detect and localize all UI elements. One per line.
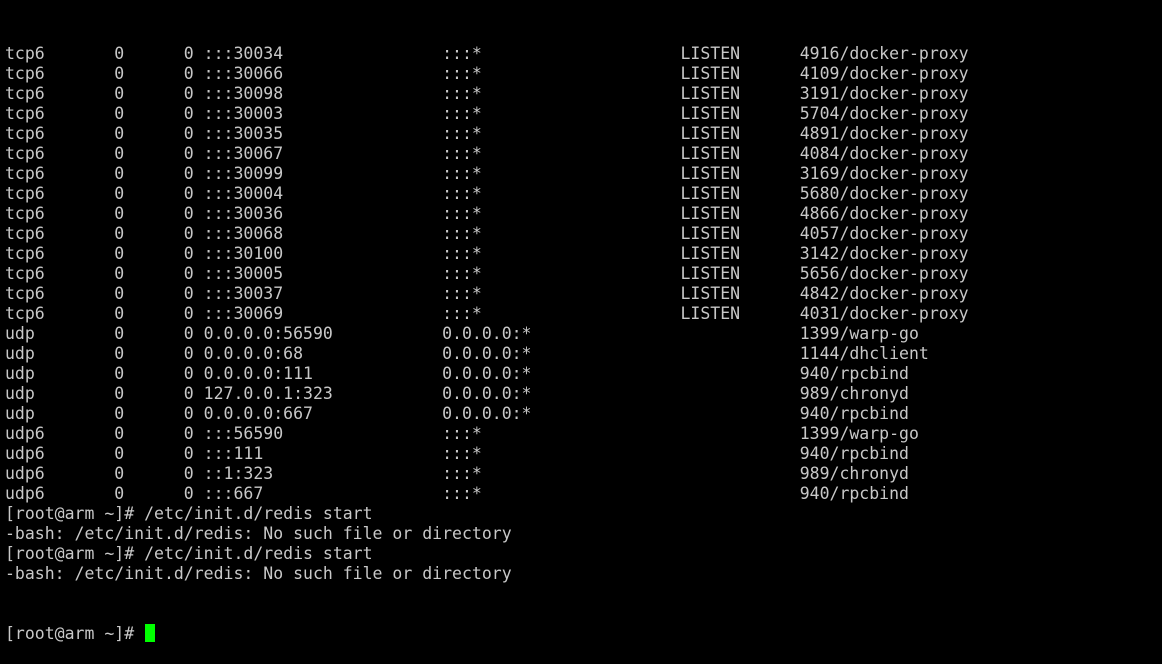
terminal-line: tcp6 0 0 :::30068 :::* LISTEN 4057/docke…: [5, 224, 969, 243]
terminal-line: udp 0 0 0.0.0.0:667 0.0.0.0:* 940/rpcbin…: [5, 404, 909, 423]
terminal-line: tcp6 0 0 :::30003 :::* LISTEN 5704/docke…: [5, 104, 969, 123]
terminal-line: [root@arm ~]# /etc/init.d/redis start: [5, 504, 373, 523]
terminal-line: udp6 0 0 :::111 :::* 940/rpcbind: [5, 444, 909, 463]
terminal-line: tcp6 0 0 :::30034 :::* LISTEN 4916/docke…: [5, 44, 969, 63]
terminal-line: udp6 0 0 ::1:323 :::* 989/chronyd: [5, 464, 909, 483]
terminal-line: tcp6 0 0 :::30035 :::* LISTEN 4891/docke…: [5, 124, 969, 143]
terminal-line: tcp6 0 0 :::30037 :::* LISTEN 4842/docke…: [5, 284, 969, 303]
terminal-output[interactable]: tcp6 0 0 :::30034 :::* LISTEN 4916/docke…: [5, 4, 1157, 664]
terminal-line: tcp6 0 0 :::30036 :::* LISTEN 4866/docke…: [5, 204, 969, 223]
prompt-line[interactable]: [root@arm ~]#: [5, 624, 1157, 644]
terminal-line: tcp6 0 0 :::30066 :::* LISTEN 4109/docke…: [5, 64, 969, 83]
text-cursor: [145, 624, 156, 642]
terminal-line: -bash: /etc/init.d/redis: No such file o…: [5, 564, 512, 583]
terminal-line: tcp6 0 0 :::30005 :::* LISTEN 5656/docke…: [5, 264, 969, 283]
shell-prompt: [root@arm ~]#: [5, 624, 145, 643]
terminal-line: tcp6 0 0 :::30004 :::* LISTEN 5680/docke…: [5, 184, 969, 203]
terminal-line: udp 0 0 0.0.0.0:111 0.0.0.0:* 940/rpcbin…: [5, 364, 909, 383]
terminal-line: udp6 0 0 :::56590 :::* 1399/warp-go: [5, 424, 919, 443]
terminal-line: [root@arm ~]# /etc/init.d/redis start: [5, 544, 373, 563]
terminal-line: tcp6 0 0 :::30100 :::* LISTEN 3142/docke…: [5, 244, 969, 263]
terminal-line: udp 0 0 0.0.0.0:68 0.0.0.0:* 1144/dhclie…: [5, 344, 929, 363]
terminal-line: tcp6 0 0 :::30099 :::* LISTEN 3169/docke…: [5, 164, 969, 183]
terminal-line: udp 0 0 0.0.0.0:56590 0.0.0.0:* 1399/war…: [5, 324, 919, 343]
terminal-line: udp 0 0 127.0.0.1:323 0.0.0.0:* 989/chro…: [5, 384, 909, 403]
scrollbar[interactable]: [1158, 0, 1162, 588]
terminal-line: tcp6 0 0 :::30069 :::* LISTEN 4031/docke…: [5, 304, 969, 323]
terminal-line: -bash: /etc/init.d/redis: No such file o…: [5, 524, 512, 543]
terminal-line: tcp6 0 0 :::30098 :::* LISTEN 3191/docke…: [5, 84, 969, 103]
terminal-line: tcp6 0 0 :::30067 :::* LISTEN 4084/docke…: [5, 144, 969, 163]
terminal-lines: tcp6 0 0 :::30034 :::* LISTEN 4916/docke…: [5, 44, 1157, 584]
terminal-line: udp6 0 0 :::667 :::* 940/rpcbind: [5, 484, 909, 503]
